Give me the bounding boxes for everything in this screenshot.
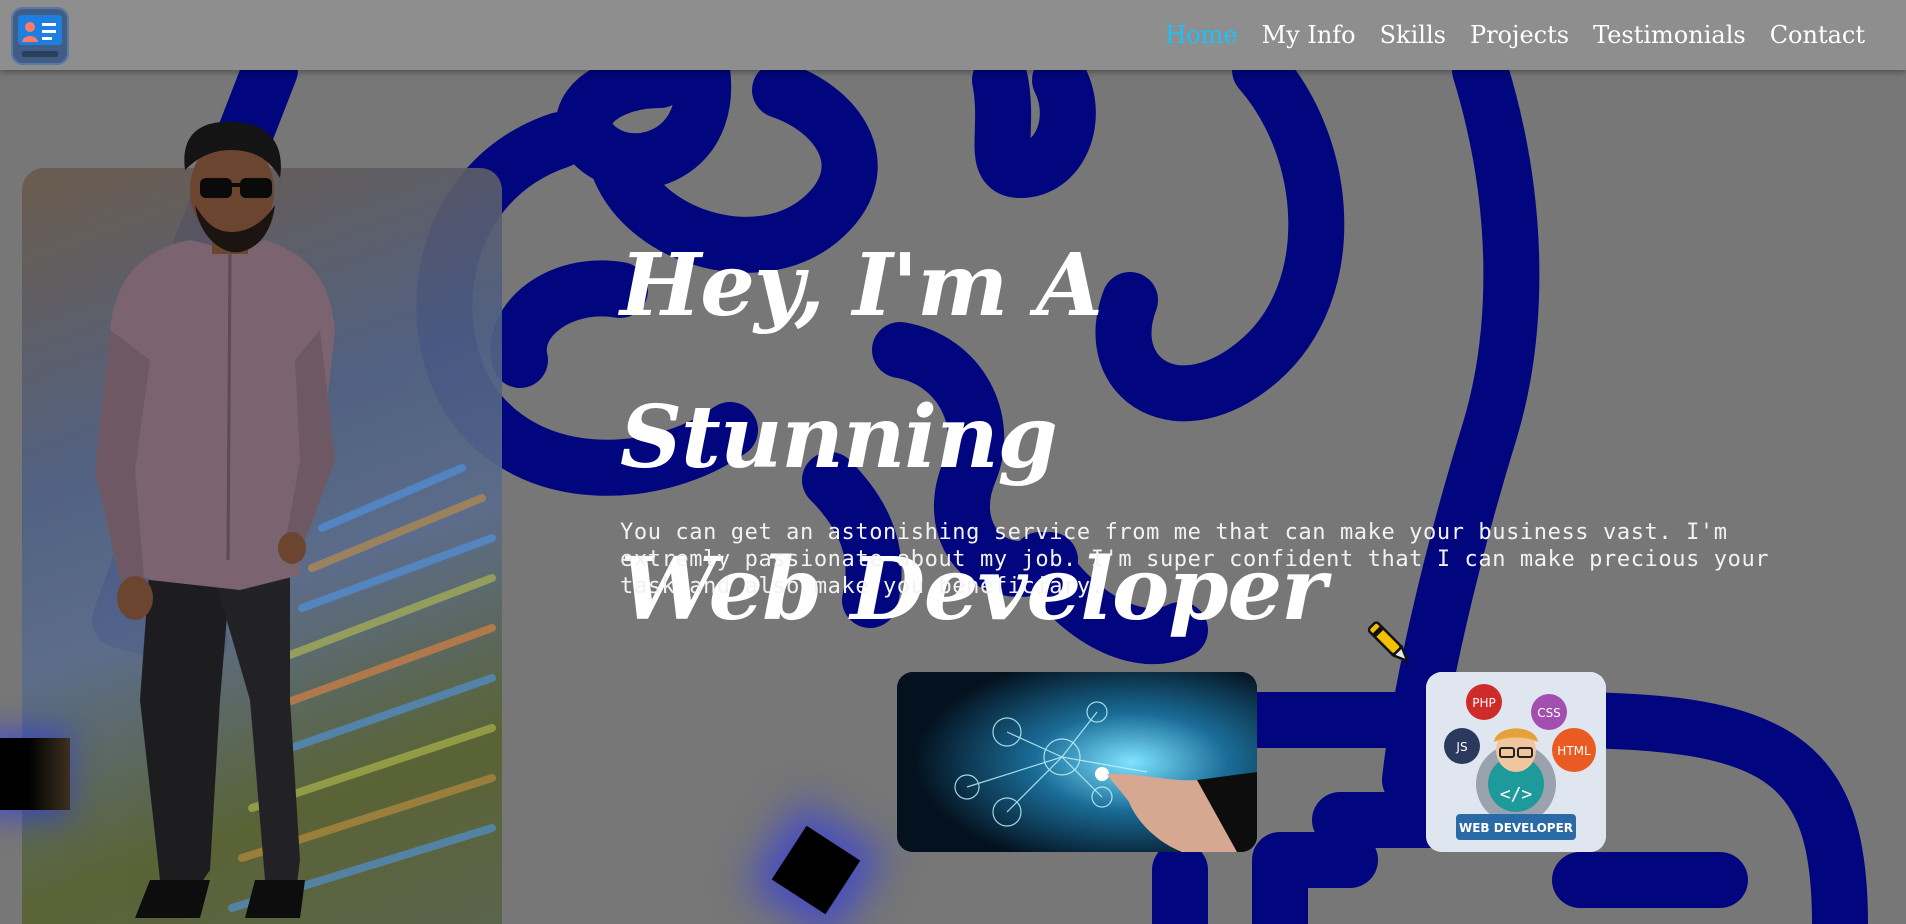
badge-js: JS [1455,740,1467,754]
nav-link-home[interactable]: Home [1165,21,1237,49]
nav-link-skills[interactable]: Skills [1380,21,1446,49]
svg-text:</>: </> [1500,784,1533,805]
developer-portrait [95,121,335,918]
digital-network-hand-image [897,672,1257,852]
badge-web-developer: WEB DEVELOPER [1459,821,1573,835]
badge-html: HTML [1557,744,1591,758]
decorative-black-block [0,738,70,810]
profile-card-icon[interactable] [11,7,69,65]
navbar: Home My Info Skills Projects Testimonial… [0,0,1906,70]
hero-description: You can get an astonishing service from … [620,520,1770,599]
nav-link-testimonials[interactable]: Testimonials [1593,21,1746,49]
nav-link-contact[interactable]: Contact [1770,21,1865,49]
nav-links: Home My Info Skills Projects Testimonial… [1165,0,1865,70]
nav-link-projects[interactable]: Projects [1470,21,1569,49]
web-developer-badge-image: PHP CSS JS HTML </> WEB DEVELOPER [1426,672,1606,852]
badge-css: CSS [1537,706,1561,720]
page: Home My Info Skills Projects Testimonial… [0,0,1906,924]
logo-graphic [18,15,62,57]
nav-link-my-info[interactable]: My Info [1262,21,1356,49]
badge-php: PHP [1472,696,1496,710]
hero-title-line-1: Hey, I'm A Stunning [620,235,1103,488]
